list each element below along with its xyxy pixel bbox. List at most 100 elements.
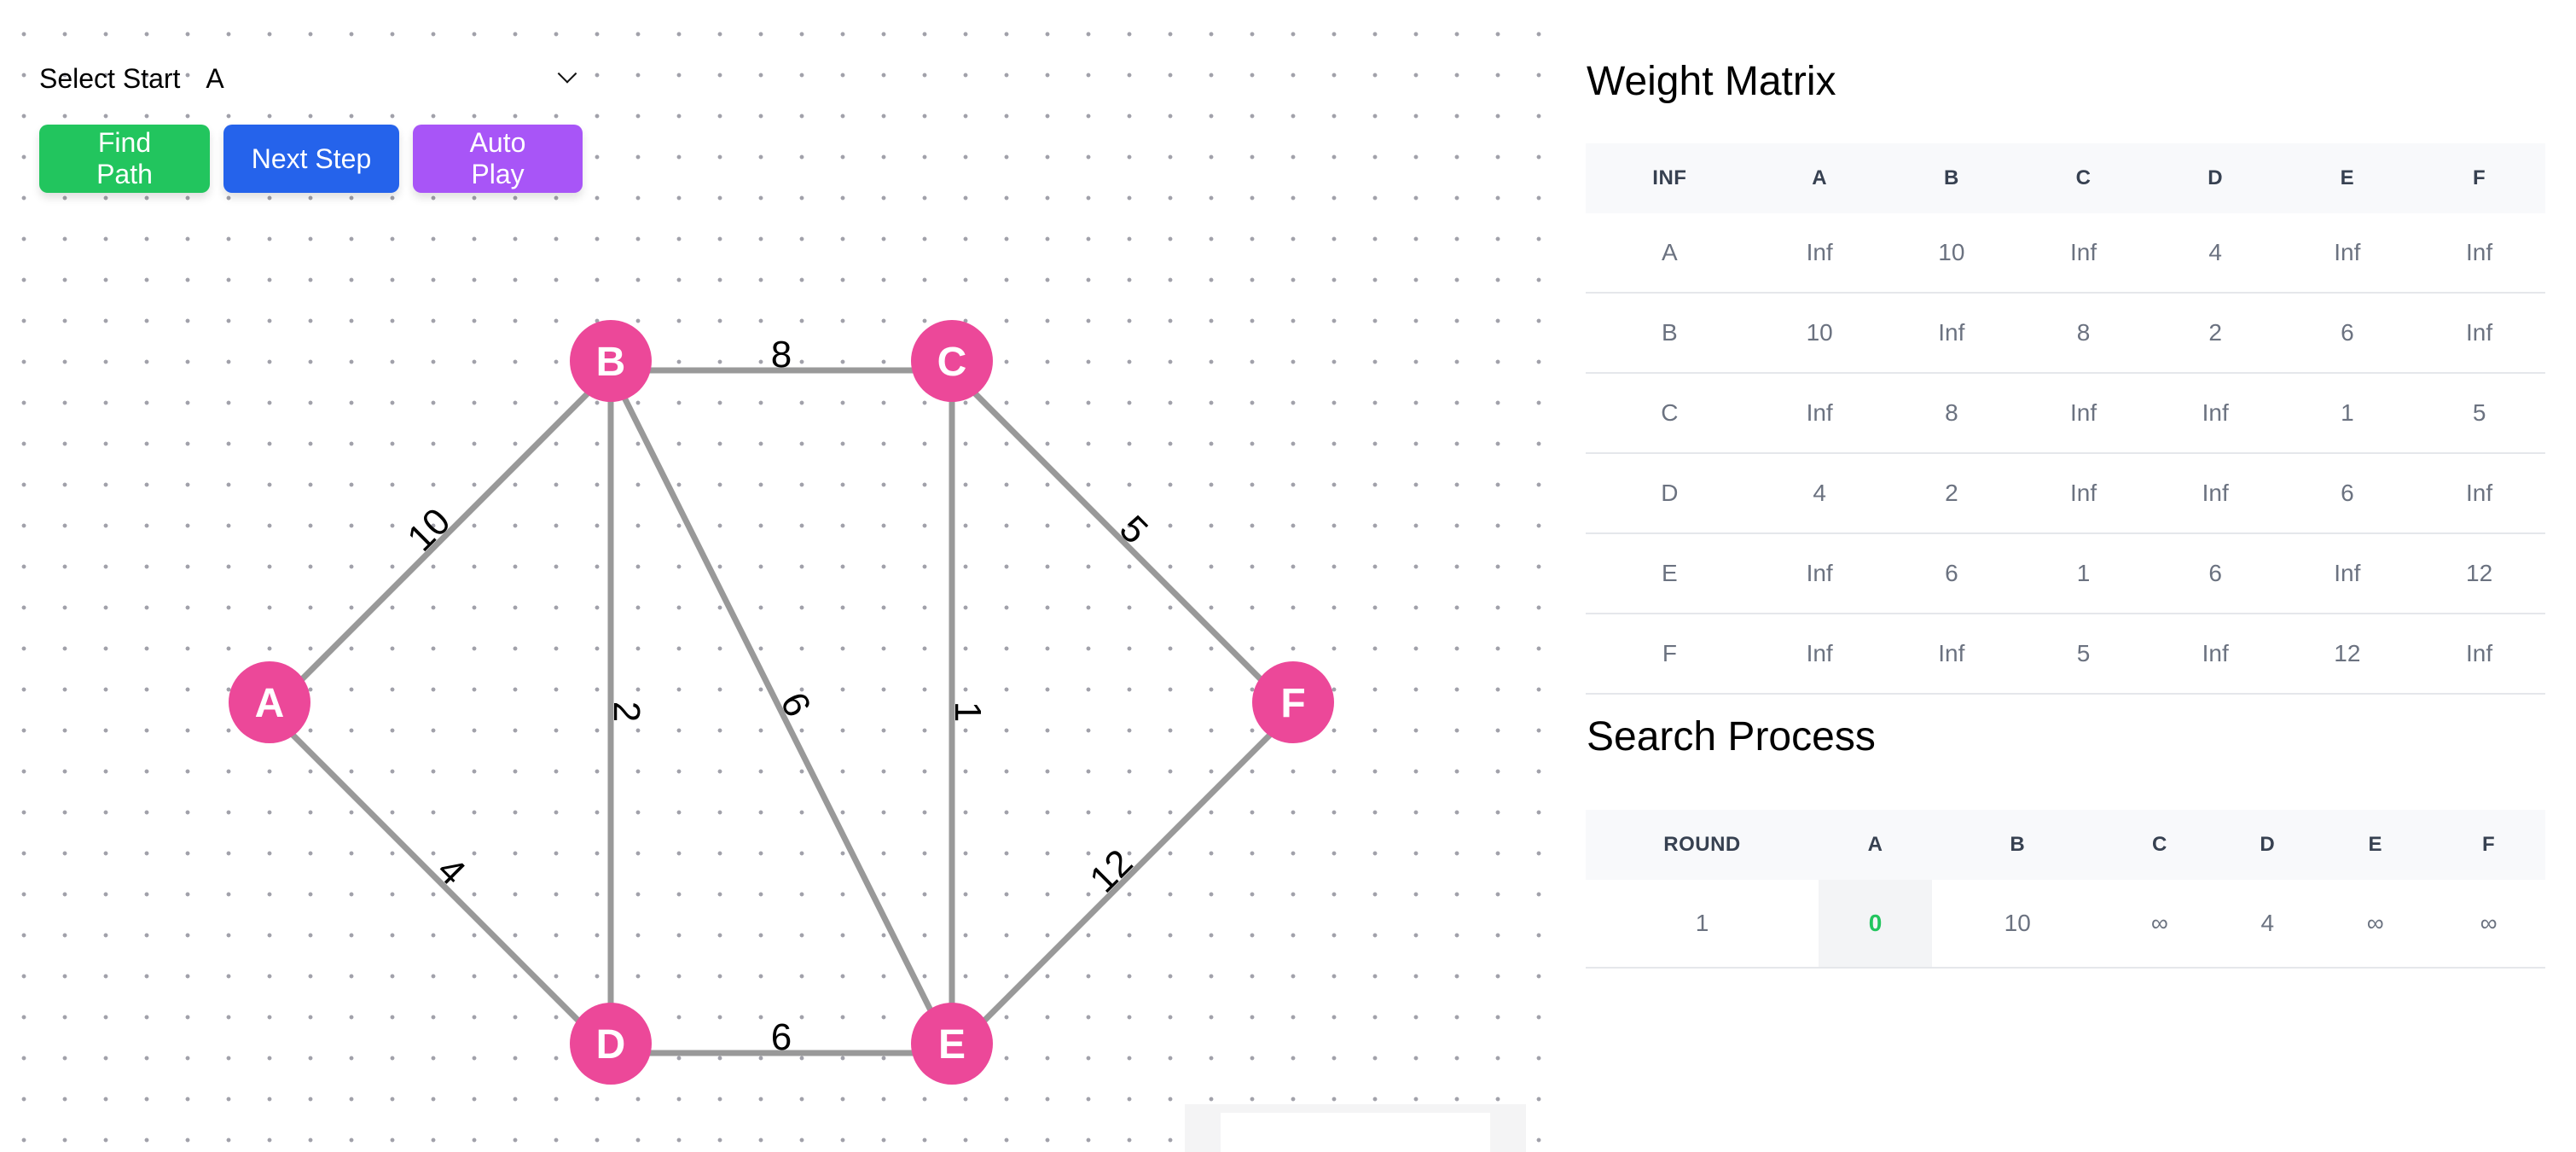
find-path-button[interactable]: Find Path [39,125,210,193]
search-process-header-cell: D [2216,810,2319,880]
weight-matrix-cell: 6 [1885,533,2018,614]
search-process-header-cell: E [2318,810,2433,880]
weight-matrix-cell: Inf [2413,453,2545,534]
weight-matrix-row-label: A [1586,213,1754,294]
start-node-select[interactable]: A [200,58,585,99]
weight-matrix-cell: 2 [1885,453,2018,534]
graph-node-D[interactable]: D [570,1003,652,1085]
edge-weight-label: 10 [399,500,458,559]
weight-matrix-header-row: INF A B C D E F [1586,143,2545,213]
weight-matrix-row-label: C [1586,373,1754,454]
distance-cell: 10 [1932,880,2103,969]
weight-matrix-header-cell: D [2149,143,2282,213]
search-process-title: Search Process [1587,714,1876,759]
edge-weight-label: 12 [1082,841,1140,900]
weight-matrix-cell: 1 [2281,373,2414,454]
graph-node-B[interactable]: B [570,320,652,402]
node-label: F [1280,681,1305,726]
weight-matrix-cell: Inf [2149,614,2282,695]
weight-matrix-header-cell: A [1753,143,1886,213]
weight-matrix-row: B 10 Inf 8 2 6 Inf [1586,293,2545,374]
search-process-header-cell: F [2432,810,2545,880]
edge-weight-label: 5 [1111,508,1156,552]
weight-matrix-cell: Inf [2017,453,2150,534]
graph-node-F[interactable]: F [1252,661,1334,743]
search-process-header-row: ROUND A B C D E F [1586,810,2545,880]
weight-matrix-row-label: E [1586,533,1754,614]
weight-matrix-header-cell: F [2413,143,2545,213]
search-process-header-cell: A [1819,810,1932,880]
weight-matrix-row-label: D [1586,453,1754,534]
weight-matrix-row: E Inf 6 1 6 Inf 12 [1586,533,2545,614]
weight-matrix-title: Weight Matrix [1587,59,1836,104]
edge-labels-layer: 10 4 8 2 6 1 5 6 12 [399,334,1156,1058]
weight-matrix-cell: Inf [2149,453,2282,534]
weight-matrix-cell: Inf [2413,213,2545,294]
graph-node-C[interactable]: C [911,320,993,402]
auto-play-button[interactable]: Auto Play [413,125,583,193]
search-process-header-cell: B [1932,810,2103,880]
chevron-down-icon [558,64,577,84]
distance-cell: ∞ [2432,880,2545,969]
weight-matrix-cell: 5 [2413,373,2545,454]
weight-matrix-header-cell: INF [1586,143,1754,213]
weight-matrix-cell: Inf [2413,614,2545,695]
weight-matrix-row-label: F [1586,614,1754,695]
select-start-label: Select Start [39,62,181,94]
node-label: B [596,340,626,385]
weight-matrix-row: D 4 2 Inf Inf 6 Inf [1586,453,2545,534]
edge-weight-label: 4 [429,849,473,893]
minimap-panel[interactable] [1185,1104,1526,1152]
weight-matrix-cell: 5 [2017,614,2150,695]
graph-node-A[interactable]: A [229,661,310,743]
weight-matrix-row: A Inf 10 Inf 4 Inf Inf [1586,213,2545,294]
weight-matrix-cell: 1 [2017,533,2150,614]
search-process-header-cell: ROUND [1586,810,1819,880]
weight-matrix-cell: Inf [1885,614,2018,695]
distance-cell: ∞ [2103,880,2217,969]
edge-weight-label: 2 [606,701,647,722]
controls-panel: Select Start A Find Path Next Step Auto … [39,55,585,193]
weight-matrix-row-label: B [1586,293,1754,374]
search-process-table: ROUND A B C D E F 1 0 10 ∞ 4 ∞ ∞ [1586,810,2545,969]
distance-cell: 4 [2216,880,2319,969]
distance-cell: ∞ [2318,880,2433,969]
weight-matrix-row: C Inf 8 Inf Inf 1 5 [1586,373,2545,454]
edge-weight-label: 6 [772,686,819,724]
minimap-viewport[interactable] [1221,1113,1490,1152]
weight-matrix-cell: Inf [1885,293,2018,374]
weight-matrix-cell: 2 [2149,293,2282,374]
weight-matrix-table: INF A B C D E F A Inf 10 Inf 4 Inf Inf B 10 Inf 8 2 6 Inf C I… [1586,143,2545,695]
distance-cell: 0 [1819,880,1932,969]
graph-node-E[interactable]: E [911,1003,993,1085]
graph-canvas[interactable]: 10 4 8 2 6 1 5 6 12 A B C D E F Select Start A Find P… [0,0,1561,1152]
action-buttons: Find Path Next Step Auto Play [39,125,584,193]
node-label: C [937,340,967,385]
round-number-cell: 1 [1586,880,1819,969]
weight-matrix-cell: Inf [1753,614,1886,695]
weight-matrix-row: F Inf Inf 5 Inf 12 Inf [1586,614,2545,695]
node-label: E [938,1022,966,1068]
weight-matrix-cell: Inf [2413,293,2545,374]
weight-matrix-header-cell: C [2017,143,2150,213]
weight-matrix-header-cell: E [2281,143,2414,213]
next-step-button[interactable]: Next Step [223,125,399,193]
weight-matrix-header-cell: B [1885,143,2018,213]
weight-matrix-cell: Inf [2149,373,2282,454]
search-process-row: 1 0 10 ∞ 4 ∞ ∞ [1586,880,2545,969]
weight-matrix-cell: Inf [2017,213,2150,294]
node-label: D [596,1022,626,1068]
weight-matrix-cell: 12 [2413,533,2545,614]
start-select-row: Select Start A [39,55,585,102]
weight-matrix-cell: 6 [2281,453,2414,534]
weight-matrix-body: A Inf 10 Inf 4 Inf Inf B 10 Inf 8 2 6 Inf C Inf 8 Inf Inf 1… [1586,213,2545,695]
weight-matrix-cell: 6 [2149,533,2282,614]
weight-matrix-cell: 10 [1885,213,2018,294]
weight-matrix-cell: 12 [2281,614,2414,695]
weight-matrix-cell: 10 [1753,293,1886,374]
weight-matrix-cell: Inf [2281,533,2414,614]
weight-matrix-cell: 4 [1753,453,1886,534]
weight-matrix-cell: Inf [1753,213,1886,294]
weight-matrix-cell: 8 [2017,293,2150,374]
edge-weight-label: 1 [947,701,989,722]
